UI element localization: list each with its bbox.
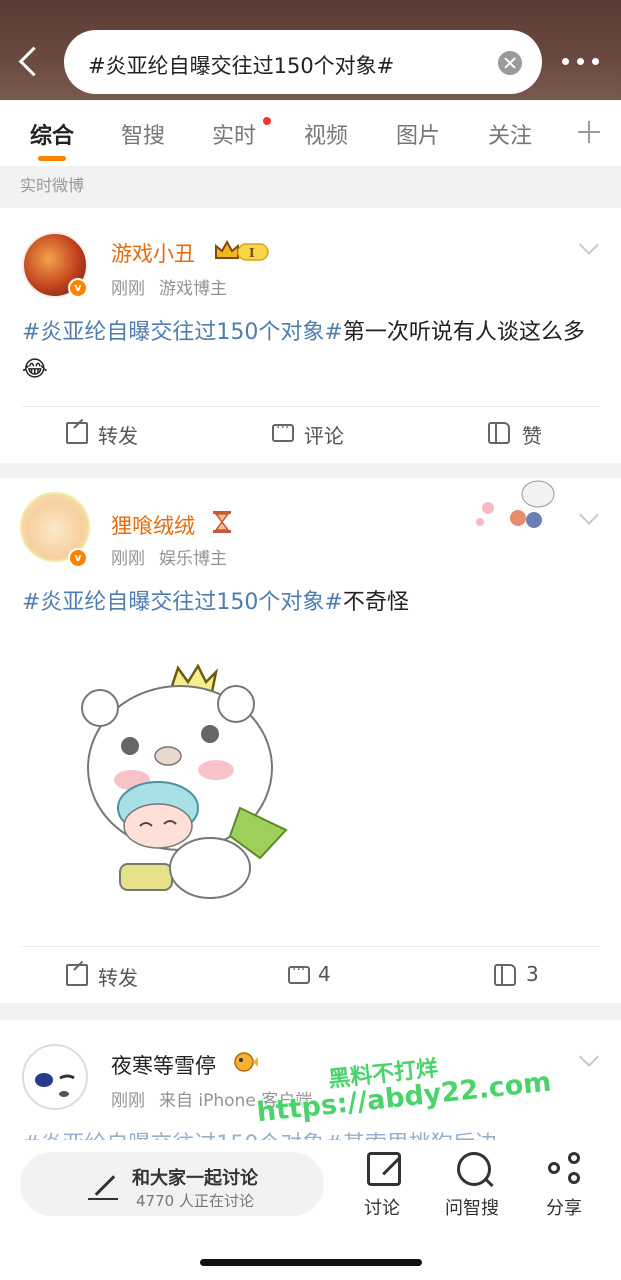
tab-general[interactable]: 综合	[30, 118, 74, 150]
hourglass-icon	[213, 511, 231, 533]
post-content: #炎亚纶自曝交往过150个对象#第一次听说有人谈这么多😂	[22, 314, 600, 388]
topic-link[interactable]: #炎亚纶自曝交往过150个对象#	[22, 320, 343, 345]
top-bar: #炎亚纶自曝交往过150个对象#	[0, 0, 621, 100]
new-dot-badge	[263, 117, 271, 125]
author-name[interactable]: 狸喰绒绒	[111, 510, 195, 540]
verified-badge-icon: v	[68, 548, 88, 568]
divider	[22, 946, 600, 947]
post-card: v 游戏小丑 I 刚刚 游戏博主 #炎亚纶自曝交往过150个对象#第一次听说有人…	[0, 208, 621, 463]
verified-badge-icon: v	[68, 278, 88, 298]
home-indicator[interactable]	[200, 1259, 422, 1266]
divider	[22, 406, 600, 407]
like-icon[interactable]	[494, 964, 516, 986]
post-text: 不奇怪	[342, 590, 409, 615]
pen-icon	[88, 1170, 118, 1200]
comment-icon[interactable]	[288, 962, 310, 984]
chevron-down-icon[interactable]	[579, 505, 599, 525]
chevron-down-icon[interactable]	[579, 1047, 599, 1067]
topic-link[interactable]: #炎亚纶自曝交往过150个对象#	[22, 590, 343, 615]
search-box[interactable]: #炎亚纶自曝交往过150个对象#	[64, 30, 542, 94]
decoration-sticker-icon	[476, 480, 555, 528]
discuss-title: 和大家一起讨论	[132, 1168, 258, 1189]
discuss-edit-icon[interactable]	[367, 1152, 401, 1186]
tab-ask-smart-search[interactable]: 问智搜	[445, 1194, 499, 1220]
discuss-button[interactable]: 和大家一起讨论 4770 人正在讨论	[20, 1152, 324, 1216]
tab-bar: 综合 智搜 实时 视频 图片 关注	[0, 100, 621, 166]
like-count[interactable]: 3	[526, 962, 539, 986]
avatar[interactable]	[22, 1044, 88, 1110]
share-icon[interactable]	[548, 1152, 582, 1186]
comment-icon[interactable]	[272, 420, 294, 442]
crown-level-badge-icon: I	[215, 239, 269, 261]
like-icon[interactable]	[488, 422, 510, 444]
search-query[interactable]: #炎亚纶自曝交往过150个对象#	[88, 50, 394, 80]
post-time: 刚刚	[111, 279, 145, 299]
tab-realtime[interactable]: 实时	[212, 118, 256, 150]
post-time: 刚刚	[111, 549, 145, 569]
comment-button[interactable]: 评论	[304, 420, 344, 449]
author-name[interactable]: 游戏小丑	[111, 238, 195, 268]
post-time: 刚刚	[111, 1091, 145, 1111]
tab-smart-search[interactable]: 智搜	[121, 118, 165, 150]
post-preview: #炎亚纶自曝交往过150个对象#甚索思挑狗后边	[22, 1126, 600, 1140]
author-name[interactable]: 夜寒等雪停	[111, 1050, 216, 1080]
smart-search-icon[interactable]	[457, 1152, 491, 1186]
repost-button[interactable]: 转发	[98, 962, 138, 991]
clear-icon[interactable]	[498, 51, 522, 75]
comment-count[interactable]: 4	[318, 962, 331, 986]
tab-following[interactable]: 关注	[488, 118, 532, 150]
repost-icon[interactable]	[66, 422, 88, 444]
author-role: 娱乐博主	[159, 549, 227, 569]
tab-video[interactable]: 视频	[304, 118, 348, 150]
post-content: #炎亚纶自曝交往过150个对象#不奇怪	[22, 584, 600, 621]
like-button[interactable]: 赞	[522, 420, 542, 449]
section-label: 实时微博	[20, 176, 85, 195]
pufferfish-icon	[234, 1052, 258, 1072]
post-image-bear-sticker[interactable]	[60, 658, 290, 918]
post-card: v 狸喰绒绒 刚刚 娱乐博主 #炎亚纶自曝交往过150个对象#不奇怪 转发 4	[0, 478, 621, 1003]
repost-button[interactable]: 转发	[98, 420, 138, 449]
author-role: 游戏博主	[159, 279, 227, 299]
active-tab-indicator	[38, 156, 66, 161]
add-tab-icon[interactable]	[578, 121, 600, 143]
tab-share[interactable]: 分享	[546, 1194, 582, 1220]
more-icon[interactable]	[562, 58, 602, 66]
discuss-count: 4770 人正在讨论	[136, 1192, 254, 1210]
chevron-down-icon[interactable]	[579, 235, 599, 255]
repost-icon[interactable]	[66, 964, 88, 986]
avatar-face-icon	[35, 1073, 75, 1097]
back-arrow-icon[interactable]	[14, 44, 44, 78]
svg-text:I: I	[249, 246, 255, 260]
tab-pictures[interactable]: 图片	[396, 118, 440, 150]
tab-discuss[interactable]: 讨论	[364, 1194, 400, 1220]
